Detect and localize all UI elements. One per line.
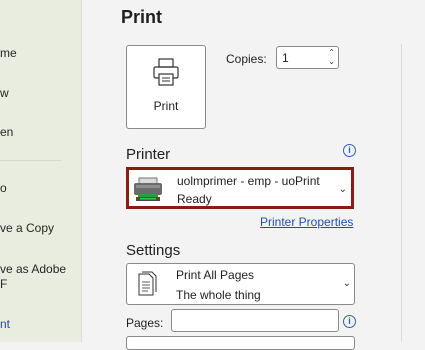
pages-input[interactable] xyxy=(171,309,339,332)
sidebar-item-save-as-adobe-pdf[interactable]: ve as Adobe F xyxy=(0,262,66,292)
info-icon[interactable]: i xyxy=(343,144,356,157)
page-title: Print xyxy=(121,7,163,27)
sidebar-item-save-a-copy[interactable]: ve a Copy xyxy=(0,221,54,236)
sidebar-divider xyxy=(0,160,61,161)
printer-dropdown[interactable]: uolmprimer - emp - uoPrint Ready ⌄ xyxy=(126,167,354,209)
sidebar-item-label-line1: ve as Adobe xyxy=(0,262,67,276)
sidebar-item-info[interactable]: o xyxy=(0,181,7,196)
sidebar-item-open[interactable]: en xyxy=(0,125,13,140)
print-button-label: Print xyxy=(153,99,179,113)
printer-status: Ready xyxy=(177,192,212,206)
printer-heading: Printer xyxy=(126,146,171,163)
chevron-down-icon: ⌄ xyxy=(342,278,351,289)
print-range-dropdown[interactable]: Print All Pages The whole thing ⌄ xyxy=(126,263,355,305)
printer-properties-link[interactable]: Printer Properties xyxy=(260,215,353,229)
print-button[interactable]: Print xyxy=(126,45,206,129)
next-setting-dropdown[interactable] xyxy=(126,336,355,350)
copies-label: Copies: xyxy=(226,52,267,66)
document-pages-icon xyxy=(138,271,157,296)
copies-stepper[interactable]: 1 ⌃ ⌄ xyxy=(276,46,339,69)
print-range-option: Print All Pages xyxy=(176,268,255,282)
print-range-description: The whole thing xyxy=(176,288,261,302)
preview-divider xyxy=(401,44,402,342)
settings-heading: Settings xyxy=(126,242,181,259)
sidebar-item-new[interactable]: w xyxy=(0,86,9,101)
chevron-up-icon[interactable]: ⌃ xyxy=(328,49,335,57)
copies-value: 1 xyxy=(282,51,289,65)
printer-device-icon xyxy=(134,177,162,201)
info-icon[interactable]: i xyxy=(343,315,356,328)
sidebar-item-label-line2: F xyxy=(0,277,8,291)
sidebar-item-home[interactable]: me xyxy=(0,46,17,61)
printer-name: uolmprimer - emp - uoPrint xyxy=(177,174,320,188)
chevron-down-icon: ⌄ xyxy=(338,184,347,195)
sidebar-item-print[interactable]: nt xyxy=(0,317,10,332)
backstage-sidebar: me w en o ve a Copy ve as Adobe F nt xyxy=(0,0,82,342)
printer-icon xyxy=(153,58,179,86)
pages-label: Pages: xyxy=(126,316,164,330)
chevron-down-icon[interactable]: ⌄ xyxy=(328,58,335,66)
